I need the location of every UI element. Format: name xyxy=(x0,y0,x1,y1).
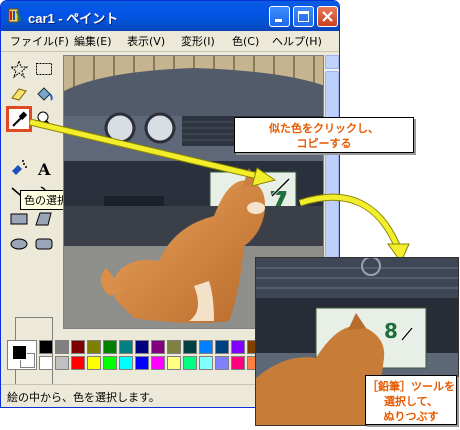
callout-line-1: 似た色をクリックし、 xyxy=(269,122,379,135)
zoom-plate-number: 8 xyxy=(384,319,398,343)
color-pick-callout: 似た色をクリックし、 コピーする xyxy=(234,117,414,153)
callout-line-4: ぬりつぶす xyxy=(383,410,439,423)
callout-line-3: ［鉛筆］ツールを選択して、 xyxy=(367,380,455,408)
pencil-fill-callout: ［鉛筆］ツールを選択して、 ぬりつぶす xyxy=(365,375,457,425)
callout-line-2: コピーする xyxy=(296,137,352,150)
